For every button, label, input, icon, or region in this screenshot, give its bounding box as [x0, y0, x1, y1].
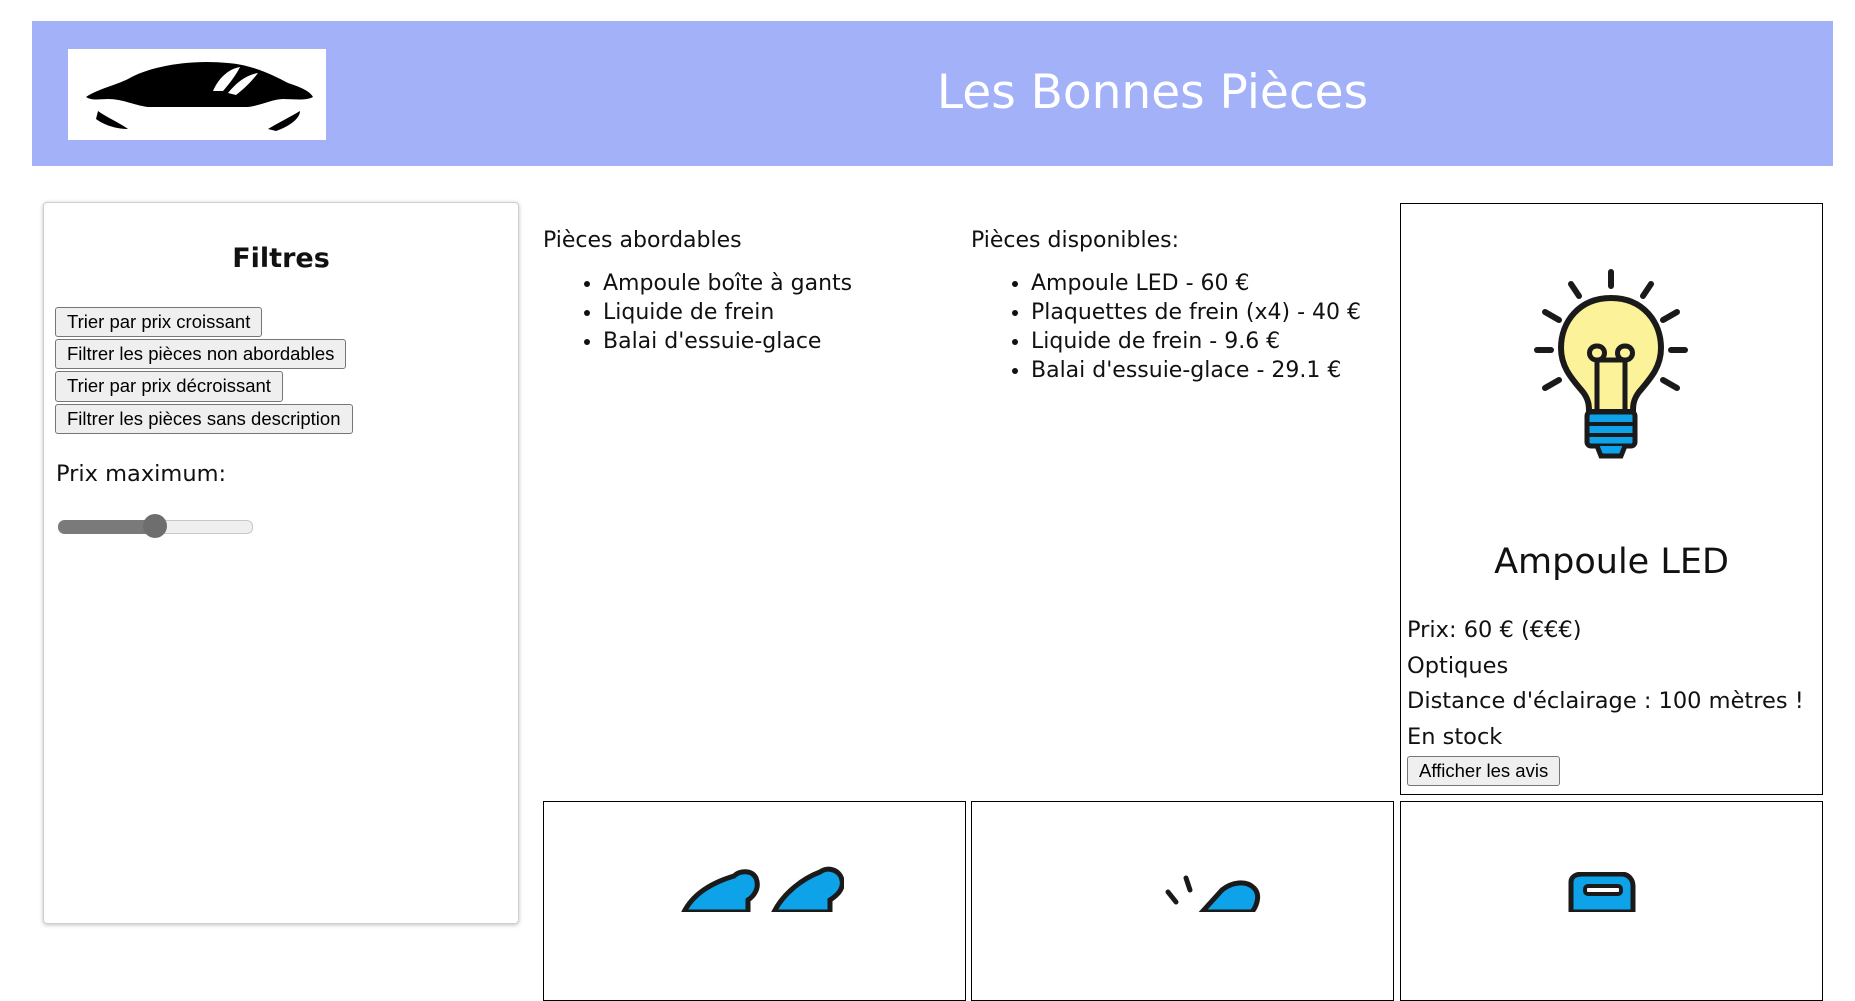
product-stock: En stock	[1407, 723, 1503, 750]
light-bulb-icon	[1534, 269, 1688, 459]
filter-unaffordable-button[interactable]: Filtrer les pièces non abordables	[55, 339, 347, 370]
list-item: Liquide de frein	[603, 298, 852, 327]
filters-panel: Filtres Trier par prix croissant Filtrer…	[43, 202, 519, 924]
wiper-blade-icon	[1165, 875, 1261, 912]
filter-no-description-button[interactable]: Filtrer les pièces sans description	[55, 403, 353, 434]
affordable-parts: Pièces abordables Ampoule boîte à gants …	[543, 226, 852, 356]
available-heading: Pièces disponibles:	[971, 228, 1180, 253]
product-card-ampoule-led: Ampoule LED Prix: 60 € (€€€) Optiques Di…	[1400, 203, 1823, 795]
list-item: Ampoule LED - 60 €	[1031, 269, 1361, 298]
product-card	[1400, 801, 1823, 1001]
affordable-list: Ampoule boîte à gants Liquide de frein B…	[543, 269, 852, 356]
list-item: Plaquettes de frein (x4) - 40 €	[1031, 298, 1361, 327]
max-price-label: Prix maximum:	[56, 461, 227, 487]
sort-price-ascending-button[interactable]: Trier par prix croissant	[55, 307, 263, 338]
product-description: Distance d'éclairage : 100 mètres !	[1407, 688, 1804, 714]
list-item: Ampoule boîte à gants	[603, 269, 852, 298]
site-header: Les Bonnes Pièces	[32, 21, 1833, 166]
slider-thumb[interactable]	[142, 514, 167, 538]
page-title: Les Bonnes Pièces	[936, 65, 1369, 120]
affordable-heading: Pièces abordables	[543, 228, 742, 253]
product-details: Prix: 60 € (€€€) Optiques Distance d'écl…	[1407, 613, 1804, 755]
list-item: Liquide de frein - 9.6 €	[1031, 327, 1361, 356]
available-list: Ampoule LED - 60 € Plaquettes de frein (…	[971, 269, 1361, 385]
product-price: Prix: 60 € (€€€)	[1407, 617, 1582, 643]
list-item: Balai d'essuie-glace	[603, 327, 852, 356]
product-name: Ampoule LED	[1494, 542, 1729, 582]
product-card	[971, 801, 1394, 1001]
fluid-can-icon	[1568, 872, 1636, 912]
product-card	[543, 801, 966, 1001]
show-reviews-button[interactable]: Afficher les avis	[1407, 756, 1561, 787]
product-category: Optiques	[1407, 652, 1509, 679]
list-item: Balai d'essuie-glace - 29.1 €	[1031, 356, 1361, 385]
sort-price-descending-button[interactable]: Trier par prix décroissant	[55, 371, 283, 402]
brake-pads-icon	[681, 866, 844, 912]
filters-title: Filtres	[232, 243, 330, 274]
filter-buttons: Trier par prix croissant Filtrer les piè…	[55, 307, 353, 436]
available-parts: Pièces disponibles: Ampoule LED - 60 € P…	[971, 226, 1361, 385]
slider-fill	[58, 520, 155, 534]
